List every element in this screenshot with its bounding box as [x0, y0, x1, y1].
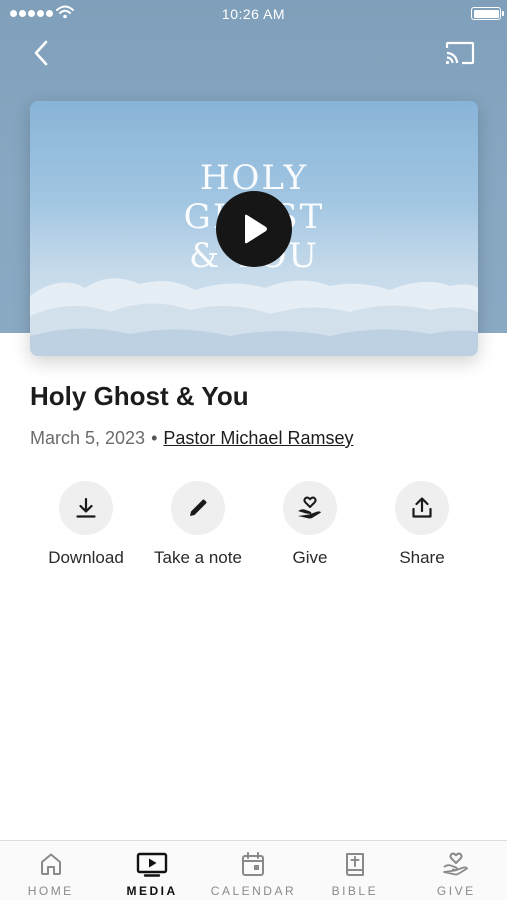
give-circle	[283, 481, 337, 535]
share-label: Share	[399, 548, 445, 567]
play-button[interactable]	[216, 191, 292, 267]
tab-home-label: HOME	[27, 884, 74, 898]
back-button[interactable]	[26, 38, 56, 68]
download-label: Download	[48, 548, 124, 567]
give-button[interactable]: Give	[254, 481, 366, 568]
sermon-title: Holy Ghost & You	[30, 381, 249, 411]
bible-icon	[345, 853, 364, 876]
tab-give-label: GIVE	[436, 884, 476, 898]
bottom-tab-bar: HOME MEDIA CALENDAR BIBLE GIVE	[0, 840, 507, 900]
clouds-image	[30, 278, 478, 356]
sermon-thumbnail[interactable]: HOLY GHOST & YOU	[30, 101, 478, 356]
tab-home[interactable]: HOME	[0, 841, 101, 900]
tab-calendar[interactable]: CALENDAR	[203, 841, 304, 900]
tab-media-label: MEDIA	[126, 884, 178, 898]
heart-hand-icon	[298, 496, 321, 519]
download-icon	[76, 497, 96, 518]
tab-give[interactable]: GIVE	[406, 841, 507, 900]
action-row: Download Take a note Give Share	[30, 481, 478, 568]
home-icon	[40, 853, 61, 875]
cast-icon	[445, 41, 475, 65]
take-note-button[interactable]: Take a note	[142, 481, 254, 568]
tab-bible-label: BIBLE	[331, 884, 379, 898]
tab-bible[interactable]: BIBLE	[304, 841, 405, 900]
meta-separator: •	[151, 428, 158, 448]
share-button[interactable]: Share	[366, 481, 478, 568]
sermon-date: March 5, 2023	[30, 428, 146, 448]
battery-icon	[471, 7, 504, 20]
download-button[interactable]: Download	[30, 481, 142, 568]
sermon-meta: March 5, 2023 • Pastor Michael Ramsey	[30, 428, 353, 449]
status-time: 10:26 AM	[221, 6, 286, 22]
speaker-link[interactable]: Pastor Michael Ramsey	[163, 428, 353, 448]
tab-calendar-label: CALENDAR	[210, 884, 297, 898]
chevron-left-icon	[34, 40, 48, 66]
share-icon	[412, 497, 432, 518]
pencil-icon	[190, 499, 207, 516]
cast-button[interactable]	[444, 38, 476, 68]
tab-media[interactable]: MEDIA	[101, 841, 202, 900]
tv-play-icon	[136, 852, 168, 877]
give-label: Give	[292, 548, 328, 567]
heart-hand-icon	[443, 852, 469, 876]
share-circle	[395, 481, 449, 535]
status-bar: 10:26 AM	[0, 0, 507, 28]
take-note-circle	[171, 481, 225, 535]
download-circle	[59, 481, 113, 535]
take-note-label: Take a note	[154, 548, 242, 567]
play-icon	[245, 214, 267, 244]
calendar-icon	[242, 852, 265, 876]
